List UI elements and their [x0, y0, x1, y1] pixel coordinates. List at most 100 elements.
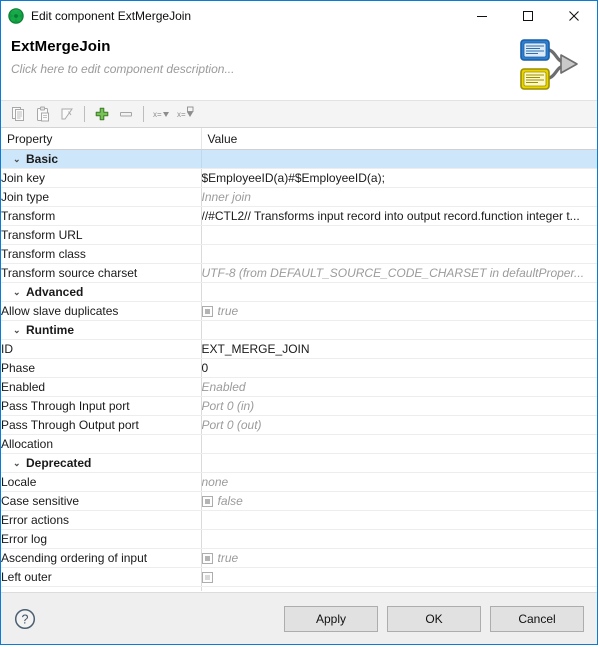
close-icon[interactable] — [551, 1, 597, 31]
property-row[interactable]: Join key$EmployeeID(a)#$EmployeeID(a); — [1, 169, 597, 188]
property-value[interactable]: Enabled — [201, 378, 597, 397]
add-icon[interactable] — [90, 103, 114, 125]
property-name[interactable]: Error actions — [1, 511, 201, 530]
property-value[interactable] — [201, 435, 597, 454]
property-name-text: Allocation — [1, 437, 53, 451]
property-name[interactable]: Transform source charset — [1, 264, 201, 283]
column-header-value[interactable]: Value — [201, 128, 597, 150]
property-row[interactable]: Transform class — [1, 245, 597, 264]
property-value[interactable]: Inner join — [201, 188, 597, 207]
title-bar: Edit component ExtMergeJoin — [1, 1, 597, 32]
property-name[interactable]: Ascending ordering of input — [1, 549, 201, 568]
property-name[interactable]: ID — [1, 340, 201, 359]
property-row[interactable]: Error log — [1, 530, 597, 549]
paste-icon[interactable] — [31, 103, 55, 125]
property-row[interactable]: Pass Through Input portPort 0 (in) — [1, 397, 597, 416]
edit-icon[interactable] — [55, 103, 79, 125]
property-value[interactable] — [201, 226, 597, 245]
filter-advanced-icon[interactable]: x= — [173, 103, 197, 125]
property-row[interactable]: Phase0 — [1, 359, 597, 378]
checkbox-icon[interactable] — [202, 553, 213, 564]
property-name-text: Ascending ordering of input — [1, 551, 147, 565]
property-value[interactable]: 0 — [201, 359, 597, 378]
property-name[interactable]: Left outer — [1, 568, 201, 587]
property-value[interactable]: $EmployeeID(a)#$EmployeeID(a); — [201, 169, 597, 188]
property-section-row[interactable]: ⌄Runtime — [1, 321, 597, 340]
property-section-row[interactable]: ⌄Basic — [1, 150, 597, 169]
property-value[interactable]: none — [201, 473, 597, 492]
property-name[interactable]: Error log — [1, 530, 201, 549]
property-row[interactable]: EnabledEnabled — [1, 378, 597, 397]
property-value[interactable] — [201, 321, 597, 340]
maximize-icon[interactable] — [505, 1, 551, 31]
checkbox-icon[interactable] — [202, 572, 213, 583]
property-name[interactable]: Pass Through Input port — [1, 397, 201, 416]
property-value[interactable] — [201, 283, 597, 302]
copy-icon[interactable] — [7, 103, 31, 125]
section-label[interactable]: ⌄Deprecated — [1, 454, 201, 473]
section-label[interactable]: ⌄Runtime — [1, 321, 201, 340]
property-row[interactable]: Allow slave duplicatestrue — [1, 302, 597, 321]
property-name[interactable]: Locale — [1, 473, 201, 492]
property-value[interactable]: //#CTL2// Transforms input record into o… — [201, 207, 597, 226]
property-section-row[interactable]: ⌄Deprecated — [1, 454, 597, 473]
property-row[interactable]: Error actions — [1, 511, 597, 530]
property-value[interactable] — [201, 568, 597, 587]
minimize-icon[interactable] — [459, 1, 505, 31]
property-row[interactable]: Left outer — [1, 568, 597, 587]
column-header-property[interactable]: Property — [1, 128, 201, 150]
property-name[interactable]: Allocation — [1, 435, 201, 454]
filter-value-icon[interactable]: x= — [149, 103, 173, 125]
property-row[interactable]: Ascending ordering of input true — [1, 549, 597, 568]
property-value[interactable] — [201, 454, 597, 473]
property-name[interactable]: Case sensitive — [1, 492, 201, 511]
property-row[interactable]: Allocation — [1, 435, 597, 454]
property-name[interactable]: Allow slave duplicates — [1, 302, 201, 321]
property-name[interactable]: Enabled — [1, 378, 201, 397]
property-value[interactable]: EXT_MERGE_JOIN — [201, 340, 597, 359]
property-name-text: Case sensitive — [1, 494, 79, 508]
remove-icon[interactable] — [114, 103, 138, 125]
property-row[interactable]: Localenone — [1, 473, 597, 492]
property-name[interactable]: Join type — [1, 188, 201, 207]
properties-toolbar: x= x= — [1, 100, 597, 128]
chevron-down-icon[interactable]: ⌄ — [13, 325, 26, 336]
property-name[interactable]: Transform URL — [1, 226, 201, 245]
property-value[interactable]: true — [201, 549, 597, 568]
property-row[interactable]: Transform source charsetUTF-8 (from DEFA… — [1, 264, 597, 283]
ok-button[interactable]: OK — [387, 606, 481, 632]
properties-table-container[interactable]: Property Value ⌄BasicJoin key$EmployeeID… — [1, 128, 597, 592]
help-icon[interactable]: ? — [14, 608, 36, 630]
property-value[interactable] — [201, 245, 597, 264]
property-row[interactable]: Pass Through Output portPort 0 (out) — [1, 416, 597, 435]
property-row[interactable]: Join typeInner join — [1, 188, 597, 207]
property-row[interactable]: IDEXT_MERGE_JOIN — [1, 340, 597, 359]
property-name[interactable]: Transform — [1, 207, 201, 226]
property-value[interactable]: Port 0 (out) — [201, 416, 597, 435]
component-description[interactable]: Click here to edit component description… — [11, 62, 587, 76]
property-row[interactable]: Transform//#CTL2// Transforms input reco… — [1, 207, 597, 226]
checkbox-icon[interactable] — [202, 496, 213, 507]
property-name[interactable]: Pass Through Output port — [1, 416, 201, 435]
property-row[interactable]: Transform URL — [1, 226, 597, 245]
property-name[interactable]: Transform class — [1, 245, 201, 264]
property-value[interactable]: UTF-8 (from DEFAULT_SOURCE_CODE_CHARSET … — [201, 264, 597, 283]
property-value[interactable] — [201, 511, 597, 530]
property-value[interactable]: true — [201, 302, 597, 321]
property-row[interactable]: Case sensitive false — [1, 492, 597, 511]
checkbox-icon[interactable] — [202, 306, 213, 317]
section-label[interactable]: ⌄Advanced — [1, 283, 201, 302]
property-value[interactable] — [201, 530, 597, 549]
property-section-row[interactable]: ⌄Advanced — [1, 283, 597, 302]
cancel-button[interactable]: Cancel — [490, 606, 584, 632]
property-value[interactable] — [201, 150, 597, 169]
chevron-down-icon[interactable]: ⌄ — [13, 458, 26, 469]
property-name[interactable]: Join key — [1, 169, 201, 188]
section-label[interactable]: ⌄Basic — [1, 150, 201, 169]
property-value[interactable]: Port 0 (in) — [201, 397, 597, 416]
apply-button[interactable]: Apply — [284, 606, 378, 632]
property-value[interactable]: false — [201, 492, 597, 511]
chevron-down-icon[interactable]: ⌄ — [13, 154, 26, 165]
property-name[interactable]: Phase — [1, 359, 201, 378]
chevron-down-icon[interactable]: ⌄ — [13, 287, 26, 298]
